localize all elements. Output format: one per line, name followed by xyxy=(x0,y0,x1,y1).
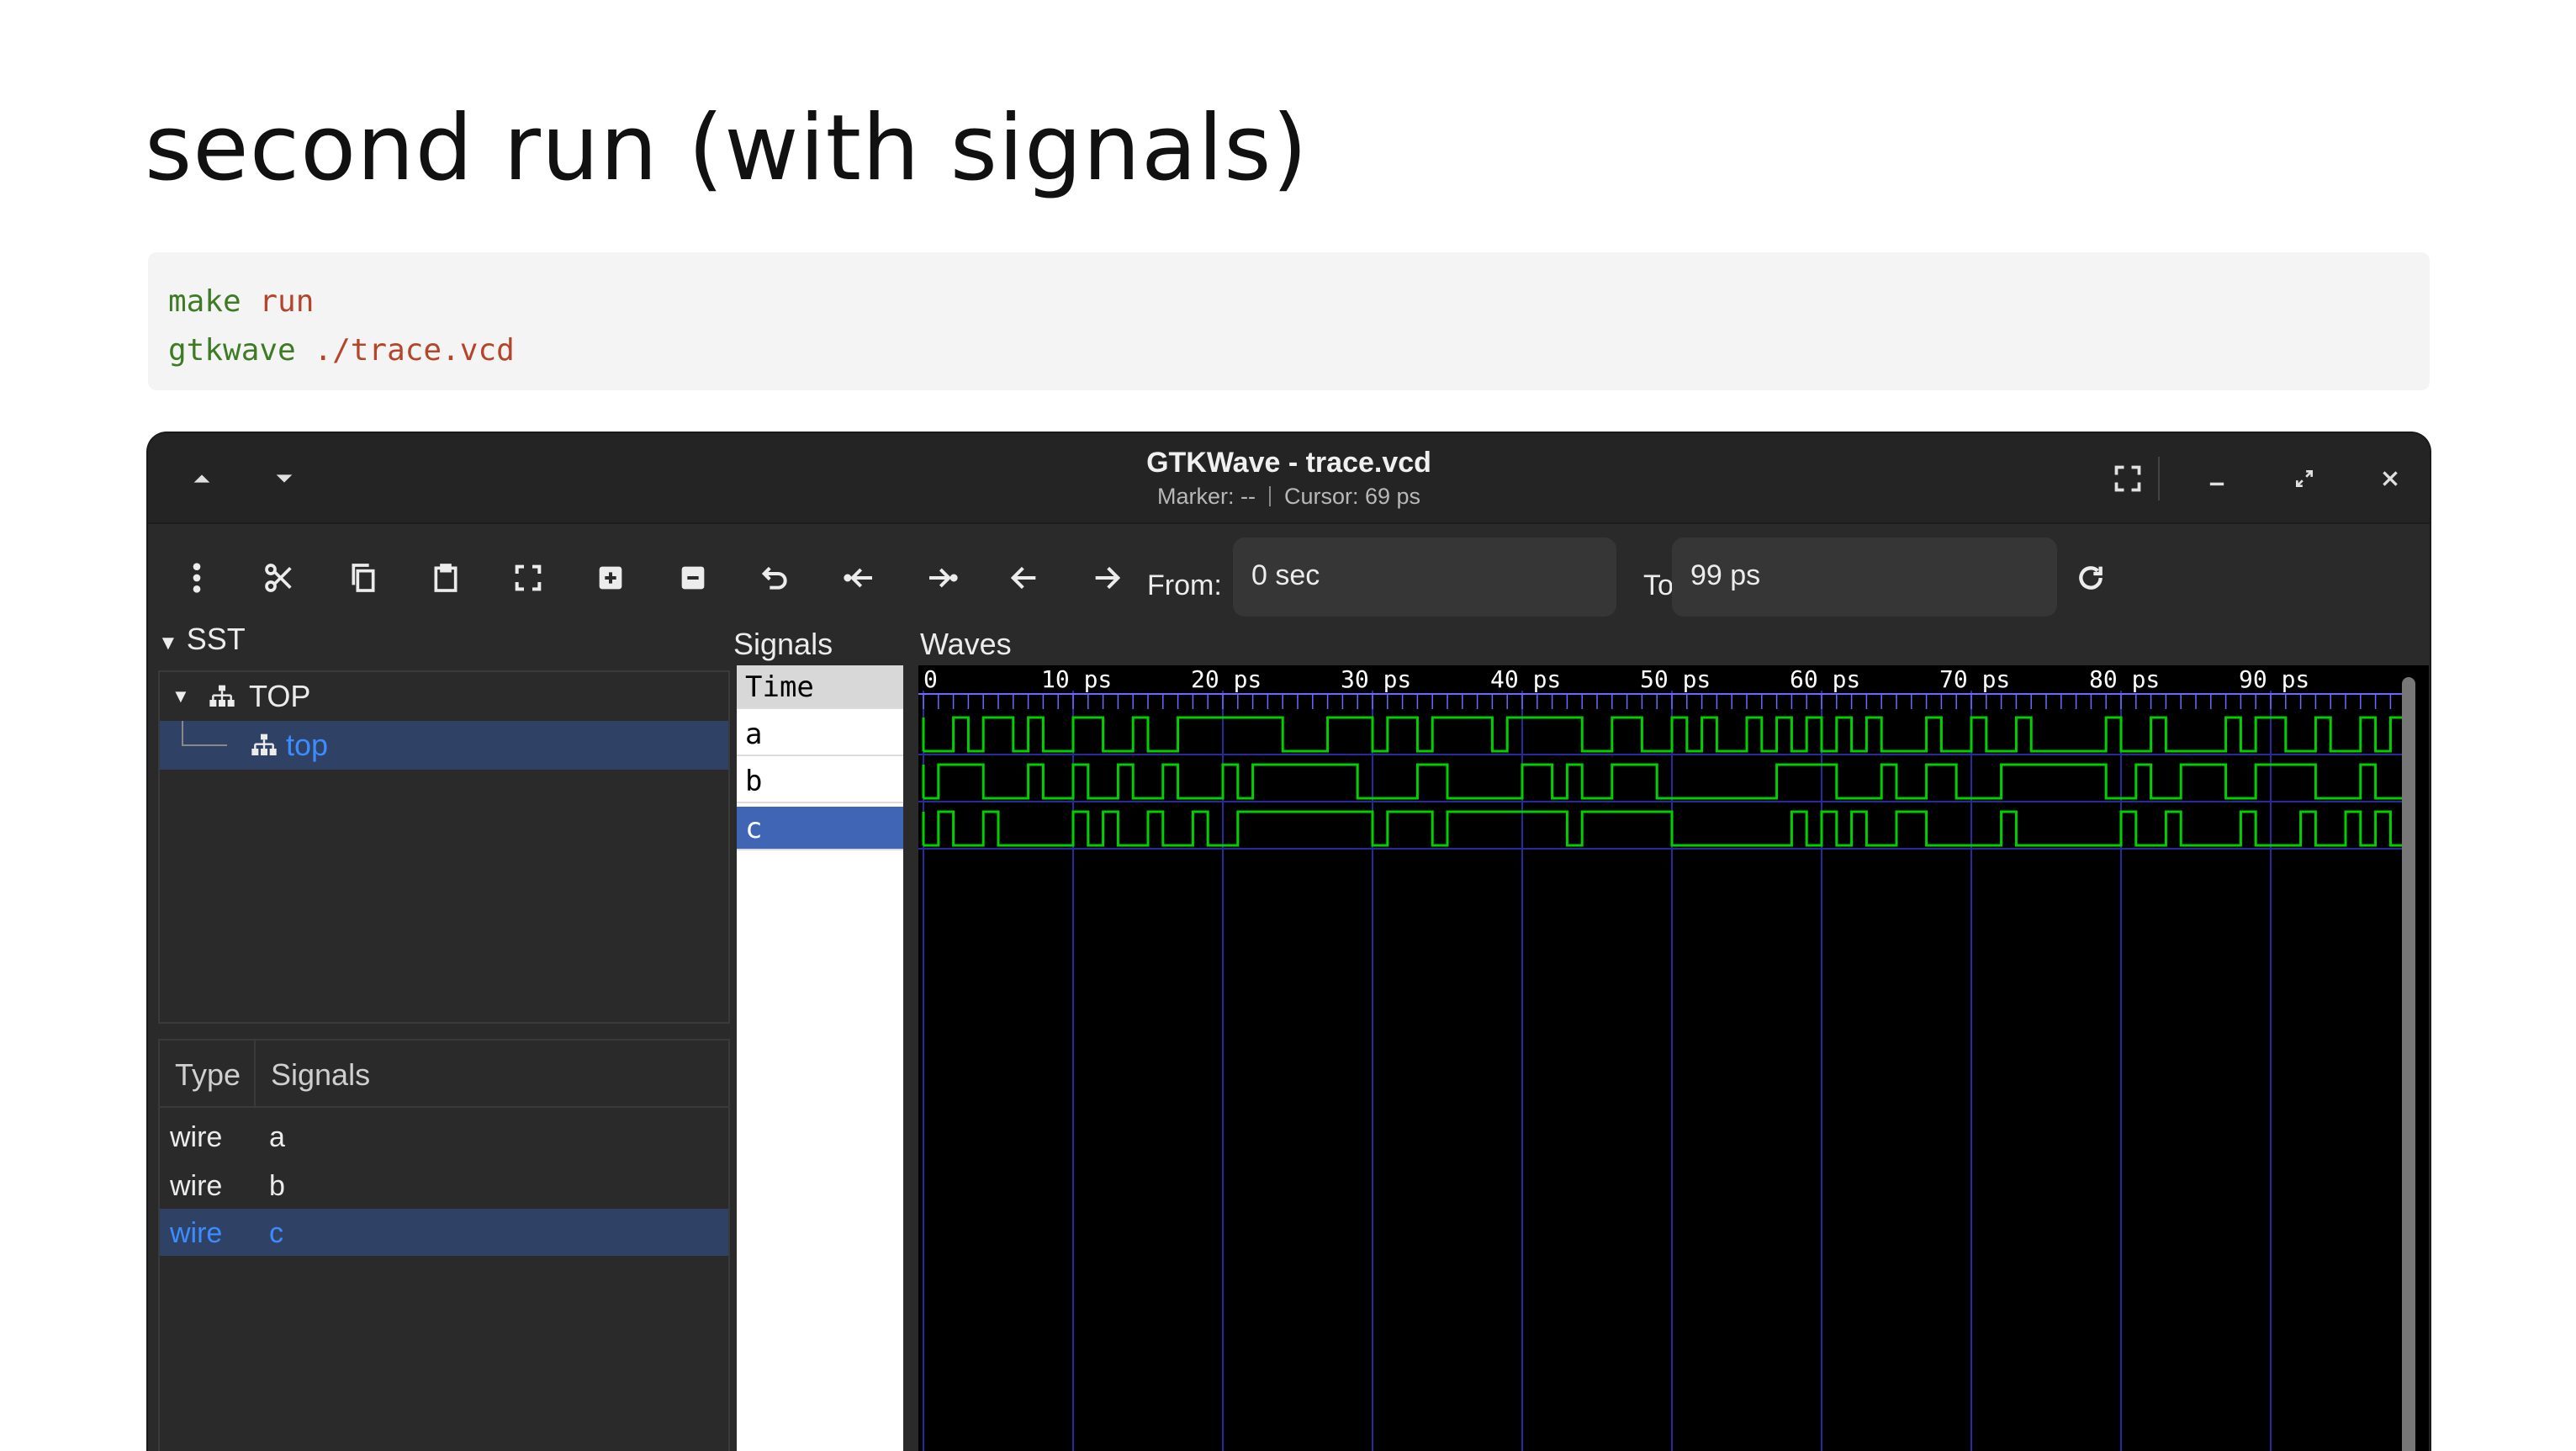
cut-icon[interactable] xyxy=(259,558,299,598)
fullscreen-icon[interactable] xyxy=(2108,458,2148,499)
hierarchy-icon xyxy=(247,731,281,766)
row-signal: b xyxy=(269,1170,285,1202)
tick-label: 20 ps xyxy=(1191,665,1262,693)
menu-icon[interactable] xyxy=(177,558,217,598)
table-row-selected[interactable]: wire c xyxy=(160,1209,728,1256)
code-line-2: gtkwave ./trace.vcd xyxy=(168,326,2409,375)
waveform-c xyxy=(923,810,2406,847)
table-row[interactable]: wire a xyxy=(160,1113,728,1160)
tree-item-label: TOP xyxy=(249,679,311,713)
close-icon[interactable] xyxy=(2370,458,2410,499)
code-cmd: gtkwave xyxy=(168,333,296,368)
restore-icon[interactable] xyxy=(2284,458,2325,499)
waveform-a xyxy=(923,716,2406,753)
tick-label: 10 ps xyxy=(1041,665,1112,693)
reload-icon[interactable] xyxy=(2071,558,2111,598)
subtitle-separator xyxy=(1268,486,1271,506)
titlebar: GTKWave - trace.vcd Marker: -- Cursor: 69… xyxy=(148,433,2430,524)
signals-header: Signals xyxy=(733,627,833,661)
sst-tree: ▼ TOP top xyxy=(158,670,730,1024)
copy-icon[interactable] xyxy=(343,558,383,598)
expand-arrow-icon[interactable]: ▼ xyxy=(172,686,190,707)
signal-row-c[interactable]: c xyxy=(737,807,903,850)
zoom-start-icon[interactable] xyxy=(839,558,880,598)
zoom-end-icon[interactable] xyxy=(922,558,962,598)
sst-header[interactable]: ▼ SST xyxy=(158,622,246,657)
zoom-fit-icon[interactable] xyxy=(508,558,548,598)
tick-label: 90 ps xyxy=(2239,665,2309,693)
window-subtitle: Marker: -- Cursor: 69 ps xyxy=(148,484,2430,510)
row-type: wire xyxy=(170,1170,223,1202)
window-title: GTKWave - trace.vcd xyxy=(1146,447,1431,479)
signal-row-a[interactable]: a xyxy=(737,712,903,756)
tick-label: 30 ps xyxy=(1341,665,1411,693)
code-block: make run gtkwave ./trace.vcd xyxy=(148,252,2430,390)
row-signal: a xyxy=(269,1121,285,1153)
tree-item-top-child[interactable]: top xyxy=(160,721,728,770)
from-label: From: xyxy=(1147,569,1222,601)
prev-edge-icon[interactable] xyxy=(1004,558,1045,598)
signal-row-b[interactable]: b xyxy=(737,760,903,803)
slide-title: second run (with signals) xyxy=(145,96,1309,201)
row-type: wire xyxy=(170,1217,223,1249)
marker-readout: Marker: -- xyxy=(1156,484,1256,509)
titlebar-divider xyxy=(2158,457,2160,500)
column-header-signals[interactable]: Signals xyxy=(271,1057,370,1093)
table-header: Type Signals xyxy=(160,1041,728,1108)
zoom-in-icon[interactable] xyxy=(590,558,631,598)
minimize-icon[interactable] xyxy=(2197,458,2237,499)
column-header-type[interactable]: Type xyxy=(175,1057,241,1093)
tick-label: 70 ps xyxy=(1939,665,2010,693)
paste-icon[interactable] xyxy=(426,558,466,598)
next-edge-icon[interactable] xyxy=(1087,558,1127,598)
zoom-out-icon[interactable] xyxy=(673,558,713,598)
signal-row-time[interactable]: Time xyxy=(737,665,903,709)
code-line-1: make run xyxy=(168,278,2409,326)
sst-header-label: SST xyxy=(186,622,246,656)
tree-item-top-root[interactable]: ▼ TOP xyxy=(160,672,728,721)
gtkwave-window: GTKWave - trace.vcd Marker: -- Cursor: 69… xyxy=(148,433,2430,1451)
from-field[interactable]: 0 sec xyxy=(1233,538,1616,617)
tick-label: 0 xyxy=(923,665,938,693)
tick-label: 50 ps xyxy=(1640,665,1711,693)
tick-label: 40 ps xyxy=(1490,665,1561,693)
signals-pane: Time a b c xyxy=(737,665,903,1451)
sst-signal-table: Type Signals wire a wire b wire c xyxy=(158,1039,730,1451)
code-cmd: make xyxy=(168,284,241,319)
waveform-b xyxy=(923,763,2407,800)
tick-label: 80 ps xyxy=(2089,665,2160,693)
tree-connector xyxy=(182,744,227,746)
waves-pane[interactable]: 0 10 ps 20 ps 30 ps 40 ps 50 ps 60 ps 70 ps 80 p… xyxy=(918,665,2429,1451)
code-arg: run xyxy=(241,284,315,319)
code-arg: ./trace.vcd xyxy=(295,333,515,368)
tree-item-label: top xyxy=(286,728,329,762)
tick-label: 60 ps xyxy=(1790,665,1860,693)
expand-arrow-icon[interactable]: ▼ xyxy=(158,632,178,654)
row-signal: c xyxy=(269,1217,283,1249)
undo-icon[interactable] xyxy=(755,558,796,598)
hierarchy-icon xyxy=(205,682,239,718)
tree-connector xyxy=(182,721,183,746)
row-type: wire xyxy=(170,1121,223,1153)
cursor-readout: Cursor: 69 ps xyxy=(1283,484,1421,509)
waves-header: Waves xyxy=(920,627,1012,661)
to-field[interactable]: 99 ps xyxy=(1672,538,2057,617)
column-divider xyxy=(254,1041,256,1106)
table-row[interactable]: wire b xyxy=(160,1162,728,1209)
vertical-scrollbar[interactable] xyxy=(2402,677,2415,1451)
wave-canvas[interactable]: 0 10 ps 20 ps 30 ps 40 ps 50 ps 60 ps 70 ps 80 p… xyxy=(918,665,2429,1451)
